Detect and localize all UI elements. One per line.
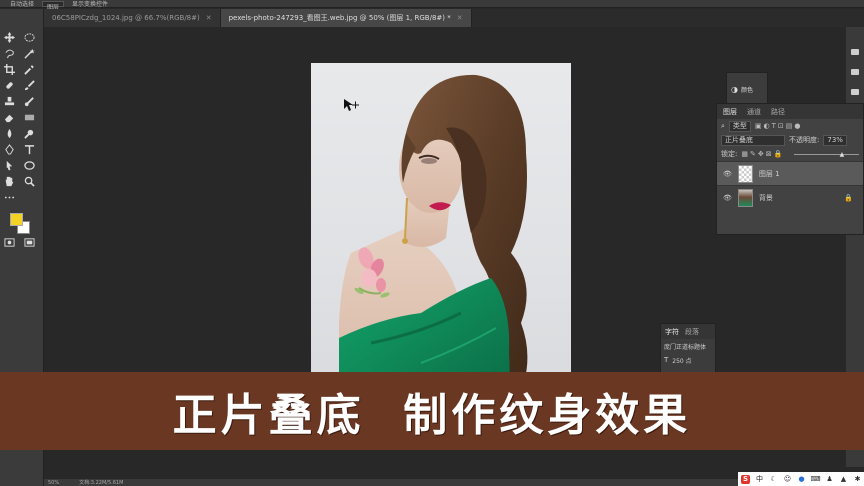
- zoom-icon[interactable]: [22, 174, 36, 188]
- lock-row: 锁定: ▦✎✥⊠🔒 ▲: [717, 147, 863, 161]
- lasso-icon[interactable]: [2, 46, 16, 60]
- healing-icon[interactable]: [2, 78, 16, 92]
- eraser-icon[interactable]: [2, 110, 16, 124]
- tab-character[interactable]: 字符: [665, 327, 679, 337]
- layer-name[interactable]: 图层 1: [759, 169, 780, 179]
- close-icon[interactable]: ✕: [206, 14, 212, 22]
- quick-mask-icon[interactable]: [2, 235, 16, 249]
- magic-wand-icon[interactable]: [22, 46, 36, 60]
- zoom-level[interactable]: 50%: [48, 480, 59, 486]
- layer-thumbnail: [737, 164, 753, 183]
- lock-icon: 🔒: [844, 193, 853, 202]
- lock-options[interactable]: ▦✎✥⊠🔒: [741, 150, 784, 158]
- tab-label: pexels-photo-247293_看图王.web.jpg @ 50% (图…: [228, 14, 451, 22]
- palette-icon: ◑: [731, 85, 738, 94]
- blur-icon[interactable]: [2, 126, 16, 140]
- shirt-icon[interactable]: ▲: [839, 475, 848, 484]
- tab-paragraph[interactable]: 段落: [685, 327, 699, 337]
- settings-icon[interactable]: ✱: [853, 475, 862, 484]
- eyedropper-icon[interactable]: [22, 62, 36, 76]
- layer-row[interactable]: 👁 背景 🔒: [717, 185, 863, 209]
- filter-icons[interactable]: ▣◐T⊡▤●: [755, 122, 803, 130]
- crop-icon[interactable]: [2, 62, 16, 76]
- pen-icon[interactable]: [2, 142, 16, 156]
- lock-label: 锁定:: [721, 150, 738, 158]
- portrait-photo: [339, 74, 528, 403]
- font-family-select[interactable]: 庞门正道标题体: [664, 342, 706, 351]
- opacity-slider[interactable]: ▲: [794, 151, 859, 158]
- history-brush-icon[interactable]: [22, 94, 36, 108]
- layers-panel-tabs: 图层 通道 路径: [717, 104, 863, 119]
- character-panel: 字符 段落 庞门正道标题体 T 250 点: [660, 323, 716, 375]
- more-icon[interactable]: [2, 190, 16, 204]
- move-cursor-icon: [344, 99, 359, 111]
- tab-doc-2[interactable]: pexels-photo-247293_看图王.web.jpg @ 50% (图…: [220, 9, 472, 27]
- marquee-icon[interactable]: [22, 30, 36, 44]
- visibility-eye-icon[interactable]: 👁: [723, 170, 732, 178]
- brush-icon[interactable]: [22, 78, 36, 92]
- layers-panel: 图层 通道 路径 ⌕ 类型 ▣◐T⊡▤● 正片叠底 不透明度: 73% 锁定: …: [716, 103, 864, 235]
- document-info: 文档:3.22M/5.61M: [79, 480, 124, 486]
- font-size-row: T 250 点: [661, 353, 715, 367]
- tab-paths[interactable]: 路径: [771, 107, 785, 117]
- user-icon[interactable]: ♟: [825, 475, 834, 484]
- tab-doc-1[interactable]: 06C58PICzdg_1024.jpg @ 66.7%(RGB/8#) ✕: [44, 9, 221, 27]
- move-icon[interactable]: [2, 30, 16, 44]
- dodge-icon[interactable]: [22, 126, 36, 140]
- opacity-input[interactable]: 73%: [823, 134, 847, 146]
- ime-toolbar: S 中 ☾ ☺ ● ⌨ ♟ ▲ ✱: [738, 472, 864, 486]
- foreground-color-swatch[interactable]: [10, 213, 23, 226]
- ime-logo[interactable]: S: [741, 474, 750, 484]
- show-transform-controls[interactable]: 显示变换控件: [72, 0, 108, 8]
- layer-name[interactable]: 背景: [759, 193, 838, 203]
- subtitle-banner: 正片叠底 制作纹身效果: [0, 372, 864, 450]
- font-size-input[interactable]: 250 点: [672, 356, 691, 365]
- options-bar: 自动选择 图层 显示变换控件: [0, 0, 864, 11]
- shape-icon[interactable]: [22, 158, 36, 172]
- layer-filter-row: ⌕ 类型 ▣◐T⊡▤●: [717, 119, 863, 133]
- auto-select-target[interactable]: 图层: [42, 0, 65, 11]
- ime-language[interactable]: 中: [755, 475, 764, 484]
- layer-filter-select[interactable]: 类型: [728, 120, 751, 132]
- gradient-icon[interactable]: [22, 110, 36, 124]
- blend-row: 正片叠底 不透明度: 73%: [717, 133, 863, 147]
- type-icon[interactable]: [22, 142, 36, 156]
- stamp-icon[interactable]: [2, 94, 16, 108]
- font-family-row: 庞门正道标题体: [661, 339, 715, 353]
- document-canvas[interactable]: [311, 63, 571, 403]
- close-icon[interactable]: ✕: [457, 14, 463, 22]
- hand-icon[interactable]: [2, 174, 16, 188]
- tab-channels[interactable]: 通道: [747, 107, 761, 117]
- path-select-icon[interactable]: [2, 158, 16, 172]
- tab-layers[interactable]: 图层: [723, 107, 737, 117]
- layer-thumbnail: [737, 188, 753, 207]
- visibility-eye-icon[interactable]: 👁: [723, 194, 732, 202]
- tab-label: 06C58PICzdg_1024.jpg @ 66.7%(RGB/8#): [52, 14, 200, 22]
- moon-icon[interactable]: ☾: [769, 475, 778, 484]
- layer-row[interactable]: 👁 图层 1: [717, 161, 863, 185]
- blend-mode-select[interactable]: 正片叠底: [721, 134, 785, 146]
- color-panel-label: 颜色: [740, 87, 753, 94]
- microphone-icon[interactable]: ●: [797, 475, 806, 484]
- screen-mode-icon[interactable]: [22, 235, 36, 249]
- opacity-label: 不透明度:: [789, 136, 820, 144]
- search-icon: ⌕: [721, 121, 725, 130]
- subtitle-text: 正片叠底 制作纹身效果: [172, 390, 692, 441]
- document-tabs: 06C58PICzdg_1024.jpg @ 66.7%(RGB/8#) ✕ p…: [44, 9, 864, 27]
- keyboard-icon[interactable]: ⌨: [810, 475, 820, 484]
- smile-icon[interactable]: ☺: [783, 475, 792, 484]
- color-mini-panel[interactable]: ◑ 颜色: [726, 72, 768, 104]
- font-size-icon: T: [664, 356, 669, 364]
- char-panel-tabs: 字符 段落: [661, 324, 715, 339]
- auto-select-label[interactable]: 自动选择: [10, 0, 34, 8]
